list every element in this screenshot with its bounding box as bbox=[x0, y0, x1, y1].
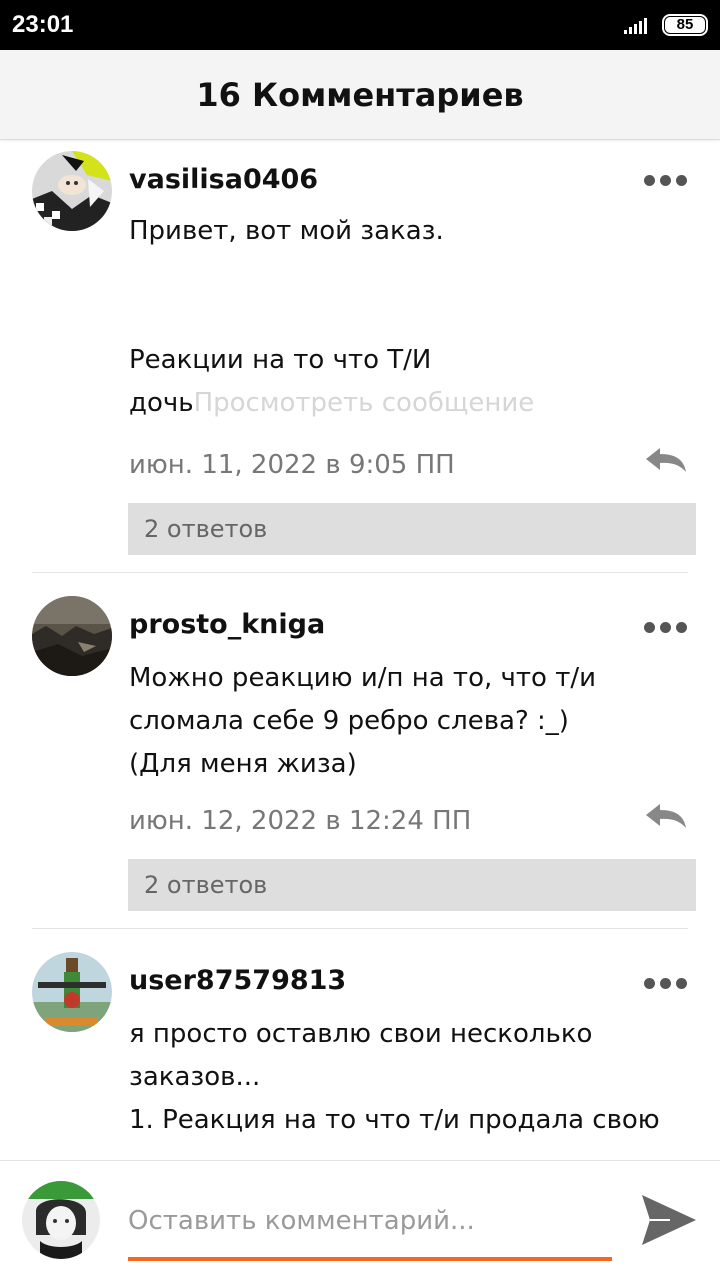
comment-text: Можно реакцию и/п на то, что т/и сломала… bbox=[129, 663, 596, 779]
status-time: 23:01 bbox=[12, 11, 74, 38]
view-message-link[interactable]: Просмотреть сообщение bbox=[194, 388, 535, 418]
avatar-image bbox=[32, 952, 112, 1032]
more-icon[interactable] bbox=[640, 619, 690, 635]
signal-icon bbox=[624, 18, 647, 34]
comment-username[interactable]: prosto_kniga bbox=[129, 609, 325, 640]
replies-button[interactable]: 2 ответов bbox=[128, 503, 696, 555]
comment-item: prosto_kniga Можно реакцию и/п на то, чт… bbox=[0, 573, 720, 929]
avatar-image bbox=[22, 1181, 100, 1259]
input-underline bbox=[128, 1257, 612, 1261]
battery-level: 85 bbox=[665, 17, 705, 33]
comments-header: 16 Комментариев bbox=[0, 50, 720, 140]
comment-timestamp: июн. 11, 2022 в 9:05 ПП bbox=[129, 450, 455, 480]
replies-button[interactable]: 2 ответов bbox=[128, 859, 696, 911]
avatar[interactable] bbox=[32, 952, 112, 1032]
reply-icon[interactable] bbox=[644, 446, 688, 474]
comment-composer bbox=[0, 1160, 720, 1280]
status-bar: 23:01 85 bbox=[0, 0, 720, 50]
page-title: 16 Комментариев bbox=[196, 76, 524, 114]
avatar[interactable] bbox=[22, 1181, 100, 1259]
comment-timestamp: июн. 12, 2022 в 12:24 ПП bbox=[129, 806, 472, 836]
battery-icon: 85 bbox=[662, 14, 708, 36]
reply-icon[interactable] bbox=[644, 802, 688, 830]
comment-item: user87579813 я просто оставлю свои неско… bbox=[0, 929, 720, 1160]
more-icon[interactable] bbox=[640, 172, 690, 188]
comment-text: я просто оставлю свои несколько заказов.… bbox=[129, 1019, 660, 1135]
avatar[interactable] bbox=[32, 151, 112, 231]
avatar-image bbox=[32, 596, 112, 676]
comments-list[interactable]: vasilisa0406 Привет, вот мой заказ. Реак… bbox=[0, 140, 720, 1160]
comment-username[interactable]: user87579813 bbox=[129, 965, 346, 996]
more-icon[interactable] bbox=[640, 975, 690, 991]
comment-item: vasilisa0406 Привет, вот мой заказ. Реак… bbox=[0, 140, 720, 573]
avatar-image bbox=[32, 151, 112, 231]
comment-input[interactable] bbox=[128, 1201, 612, 1241]
comment-username[interactable]: vasilisa0406 bbox=[129, 164, 318, 195]
send-icon[interactable] bbox=[640, 1193, 698, 1247]
avatar[interactable] bbox=[32, 596, 112, 676]
comment-text: Привет, вот мой заказ. Реакции на то что… bbox=[129, 210, 689, 425]
